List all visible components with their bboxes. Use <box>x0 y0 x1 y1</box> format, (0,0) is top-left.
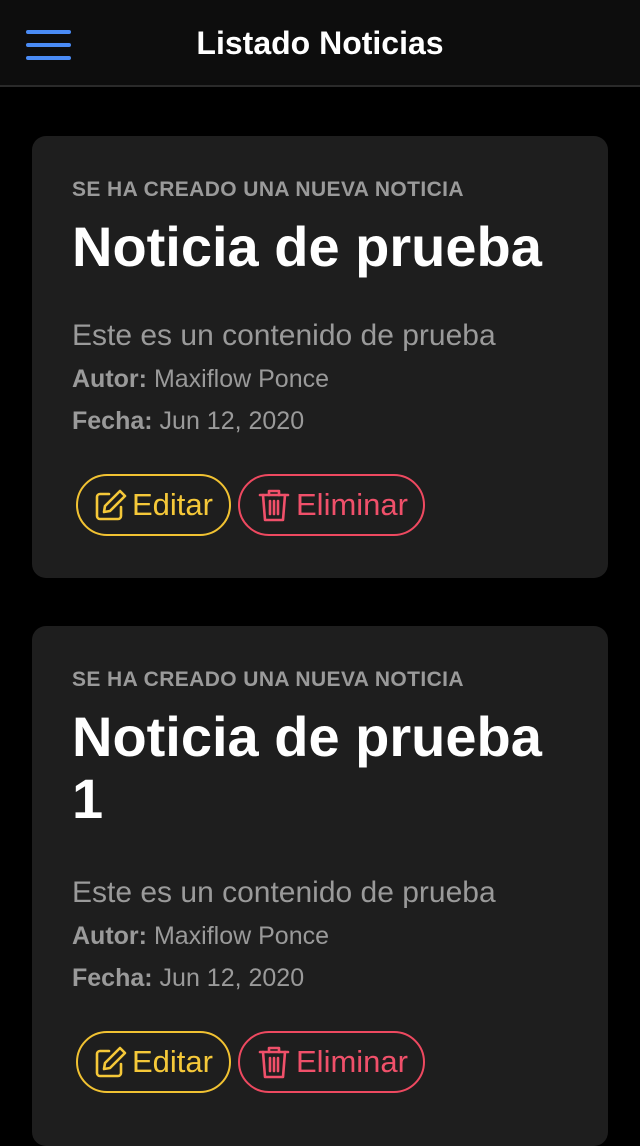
card-author: Autor: Maxiflow Ponce <box>72 365 329 394</box>
page-title: Listado Noticias <box>196 25 444 61</box>
delete-label: Eliminar <box>296 487 408 522</box>
card-title: Noticia de prueba 1 <box>72 705 542 830</box>
card-author: Autor: Maxiflow Ponce <box>72 922 329 951</box>
menu-button[interactable] <box>24 28 74 62</box>
trash-icon <box>258 1046 290 1079</box>
card-content: Este es un contenido de prueba <box>72 319 496 352</box>
edit-icon <box>95 489 127 521</box>
news-card: Se ha creado una nueva noticia Noticia d… <box>32 626 608 1146</box>
card-subtitle: Se ha creado una nueva noticia <box>72 178 464 201</box>
delete-label: Eliminar <box>296 1044 408 1079</box>
card-date: Fecha: Jun 12, 2020 <box>72 964 304 993</box>
date-value: Jun 12, 2020 <box>159 964 305 992</box>
edit-button[interactable]: Editar <box>76 1031 231 1093</box>
edit-icon <box>95 1046 127 1078</box>
date-label: Fecha: <box>72 964 153 992</box>
card-subtitle: Se ha creado una nueva noticia <box>72 668 464 691</box>
edit-label: Editar <box>132 487 213 522</box>
card-content: Este es un contenido de prueba <box>72 876 496 909</box>
author-value: Maxiflow Ponce <box>153 922 330 950</box>
date-label: Fecha: <box>72 407 153 435</box>
author-label: Autor: <box>72 922 147 950</box>
delete-button[interactable]: Eliminar <box>238 474 425 536</box>
card-title: Noticia de prueba <box>72 215 542 278</box>
author-label: Autor: <box>72 365 147 393</box>
app-toolbar: Listado Noticias <box>0 0 640 87</box>
trash-icon <box>258 489 290 522</box>
edit-label: Editar <box>132 1044 213 1079</box>
date-value: Jun 12, 2020 <box>159 407 305 435</box>
news-card: Se ha creado una nueva noticia Noticia d… <box>32 136 608 578</box>
edit-button[interactable]: Editar <box>76 474 231 536</box>
delete-button[interactable]: Eliminar <box>238 1031 425 1093</box>
card-date: Fecha: Jun 12, 2020 <box>72 407 304 436</box>
author-value: Maxiflow Ponce <box>153 365 330 393</box>
